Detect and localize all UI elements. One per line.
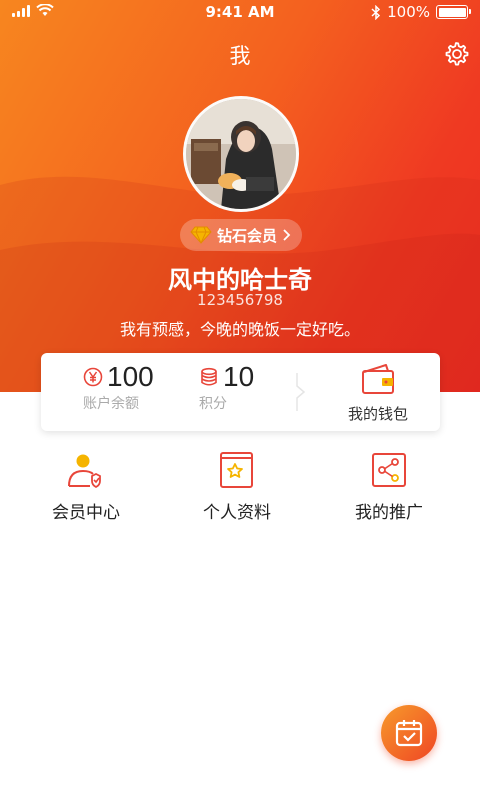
menu-label: 会员中心	[52, 503, 120, 523]
wallet-label: 我的钱包	[347, 405, 408, 423]
asset-card: 100 账户余额 10 积分 我的钱包	[41, 353, 440, 431]
battery-icon	[436, 5, 471, 19]
points-label: 积分	[199, 396, 227, 412]
user-signature: 我有预感，今晚的晚饭一定好吃。	[119, 320, 360, 339]
coins-icon	[201, 367, 217, 386]
battery-percent: 100%	[387, 3, 430, 21]
menu-item-member-center[interactable]: 会员中心	[16, 450, 156, 523]
card-divider	[296, 373, 306, 411]
gear-icon[interactable]	[442, 40, 470, 68]
check-in-fab[interactable]	[381, 705, 437, 761]
menu-item-profile[interactable]: 个人资料	[167, 450, 307, 523]
points-item[interactable]: 10 积分	[199, 361, 254, 413]
points-value: 10	[223, 361, 255, 392]
chevron-right-icon	[283, 229, 291, 241]
vip-label: 钻石会员	[216, 226, 277, 245]
wallet-icon	[362, 364, 394, 394]
menu-item-promotion[interactable]: 我的推广	[319, 450, 459, 523]
bluetooth-icon	[371, 4, 381, 20]
vip-badge[interactable]: 钻石会员	[180, 219, 302, 251]
profile-book-icon	[220, 452, 253, 488]
member-icon	[68, 454, 101, 489]
user-name: 风中的哈士奇	[168, 266, 312, 294]
calendar-check-icon	[395, 720, 423, 747]
yen-icon	[83, 367, 103, 387]
share-icon	[372, 453, 406, 487]
status-bar: 9:41 AM 100%	[0, 0, 480, 26]
user-id: 123456798	[197, 291, 283, 309]
menu-label: 个人资料	[203, 503, 271, 523]
balance-value: 100	[107, 361, 154, 392]
menu-label: 我的推广	[355, 503, 423, 523]
balance-item[interactable]: 100 账户余额	[83, 361, 154, 413]
diamond-icon	[190, 226, 212, 244]
avatar[interactable]	[183, 96, 299, 212]
page-title: 我	[229, 44, 251, 68]
balance-label: 账户余额	[83, 396, 139, 412]
feature-menu: 会员中心 个人资料 我的推广	[0, 450, 480, 530]
wallet-button[interactable]: 我的钱包	[333, 363, 423, 424]
